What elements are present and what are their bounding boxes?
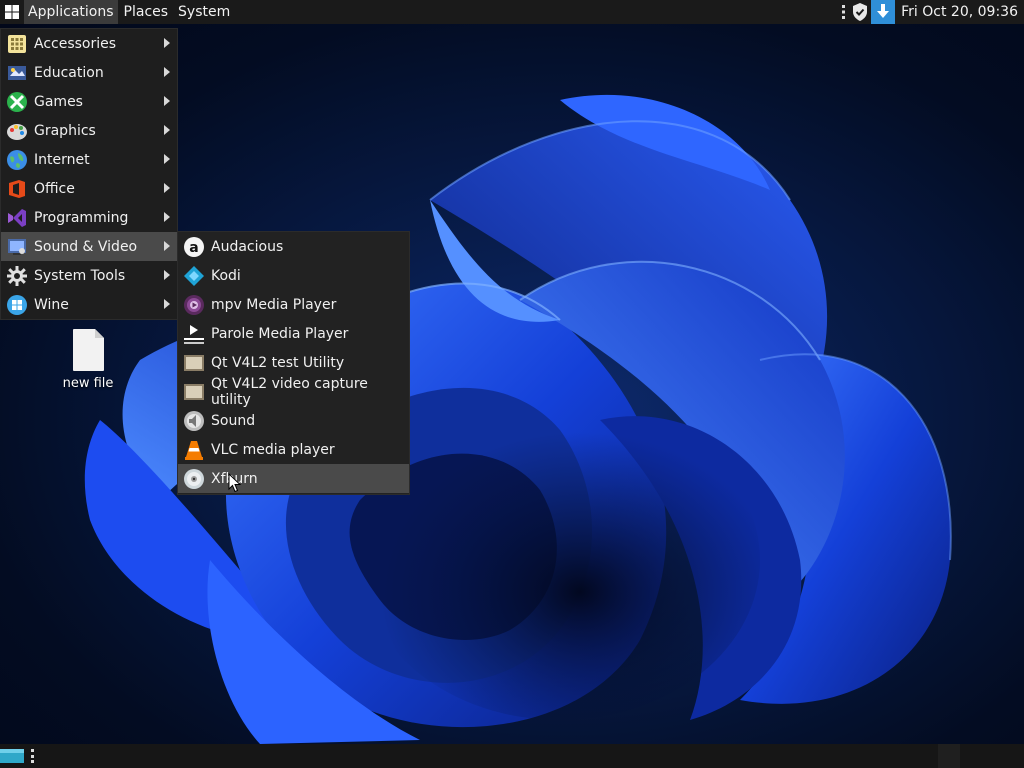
wine-icon (5, 293, 29, 317)
menu-item-label: Kodi (211, 267, 241, 284)
audacious-icon: a (182, 235, 206, 259)
menu-item-label: Qt V4L2 test Utility (211, 354, 345, 371)
menu-item-games[interactable]: Games (1, 87, 177, 116)
menu-item-label: System Tools (34, 267, 126, 284)
menu-item-label: Office (34, 180, 75, 197)
graphics-icon (5, 119, 29, 143)
submenu-item-audacious[interactable]: a Audacious (178, 232, 409, 261)
submenu-arrow-icon (164, 125, 170, 135)
submenu-item-vlc[interactable]: VLC media player (178, 435, 409, 464)
submenu-item-qvidcap[interactable]: Qt V4L2 video capture utility (178, 375, 409, 408)
submenu-item-mpv[interactable]: mpv Media Player (178, 290, 409, 319)
mpv-icon (182, 293, 206, 317)
menu-item-label: Audacious (211, 238, 284, 255)
menu-item-label: Sound (211, 412, 256, 429)
submenu-item-qv4l2[interactable]: Qt V4L2 test Utility (178, 348, 409, 377)
internet-icon (5, 148, 29, 172)
shield-icon[interactable] (849, 0, 871, 24)
submenu-item-sound[interactable]: Sound (178, 406, 409, 435)
kodi-icon (182, 264, 206, 288)
system-tools-icon (5, 264, 29, 288)
submenu-arrow-icon (164, 212, 170, 222)
desktop-icon-label: new file (62, 376, 114, 391)
menu-item-graphics[interactable]: Graphics (1, 116, 177, 145)
svg-text:a: a (189, 240, 198, 256)
system-tray: Fri Oct 20, 09:36 (839, 0, 1024, 24)
menu-item-label: Sound & Video (34, 238, 138, 255)
applications-menu: Accessories Education Games Graphics Int… (0, 28, 178, 320)
menu-item-label: Education (34, 64, 104, 81)
qvidcap-icon (182, 380, 206, 404)
places-menu-button[interactable]: Places (120, 0, 173, 24)
desktop-icon-new-file[interactable]: new file (56, 328, 120, 391)
menu-item-label: Programming (34, 209, 129, 226)
menu-item-programming[interactable]: Programming (1, 203, 177, 232)
menu-item-label: Qt V4L2 video capture utility (211, 375, 368, 408)
submenu-item-kodi[interactable]: Kodi (178, 261, 409, 290)
submenu-arrow-icon (164, 67, 170, 77)
top-panel: Applications Places System Fri Oct 20, 0… (0, 0, 1024, 24)
submenu-arrow-icon (164, 38, 170, 48)
submenu-arrow-icon (164, 96, 170, 106)
qv4l2-icon (182, 351, 206, 375)
menu-item-wine[interactable]: Wine (1, 290, 177, 319)
submenu-arrow-icon (164, 154, 170, 164)
mouse-cursor-icon (228, 472, 242, 497)
panel-handle-icon[interactable] (839, 0, 849, 24)
menu-item-label: mpv Media Player (211, 296, 337, 313)
bottom-panel (0, 744, 1024, 768)
menu-item-accessories[interactable]: Accessories (1, 29, 177, 58)
sound-video-submenu: a Audacious Kodi mpv Media Player Parole… (177, 231, 410, 495)
menu-item-office[interactable]: Office (1, 174, 177, 203)
office-icon (5, 177, 29, 201)
submenu-item-parole[interactable]: Parole Media Player (178, 319, 409, 348)
submenu-item-xfburn[interactable]: Xfburn (178, 464, 409, 493)
menu-item-internet[interactable]: Internet (1, 145, 177, 174)
programming-icon (5, 206, 29, 230)
vlc-icon (182, 438, 206, 462)
xfburn-icon (182, 467, 206, 491)
menu-item-label: Accessories (34, 35, 117, 52)
submenu-arrow-icon (164, 241, 170, 251)
menu-item-label: Wine (34, 296, 69, 313)
menu-item-sound-video[interactable]: Sound & Video (1, 232, 177, 261)
system-menu-button[interactable]: System (174, 0, 234, 24)
menu-item-label: Parole Media Player (211, 325, 349, 342)
panel-handle-icon[interactable] (31, 749, 35, 763)
menu-item-system-tools[interactable]: System Tools (1, 261, 177, 290)
menu-item-label: Games (34, 93, 83, 110)
games-icon (5, 90, 29, 114)
menu-item-education[interactable]: Education (1, 58, 177, 87)
applications-menu-button[interactable]: Applications (24, 0, 118, 24)
sound-video-icon (5, 235, 29, 259)
sound-icon (182, 409, 206, 433)
education-icon (5, 61, 29, 85)
menu-item-label: Internet (34, 151, 90, 168)
parole-icon (182, 322, 206, 346)
menu-item-label: VLC media player (211, 441, 335, 458)
show-desktop-icon[interactable] (0, 748, 26, 764)
workspace-switcher[interactable] (938, 744, 960, 768)
menu-item-label: Graphics (34, 122, 96, 139)
submenu-arrow-icon (164, 299, 170, 309)
submenu-arrow-icon (164, 270, 170, 280)
file-icon (71, 328, 105, 372)
clock[interactable]: Fri Oct 20, 09:36 (895, 4, 1024, 20)
submenu-arrow-icon (164, 183, 170, 193)
download-update-icon[interactable] (871, 0, 896, 24)
applications-logo-icon[interactable] (0, 0, 24, 24)
accessories-icon (5, 32, 29, 56)
